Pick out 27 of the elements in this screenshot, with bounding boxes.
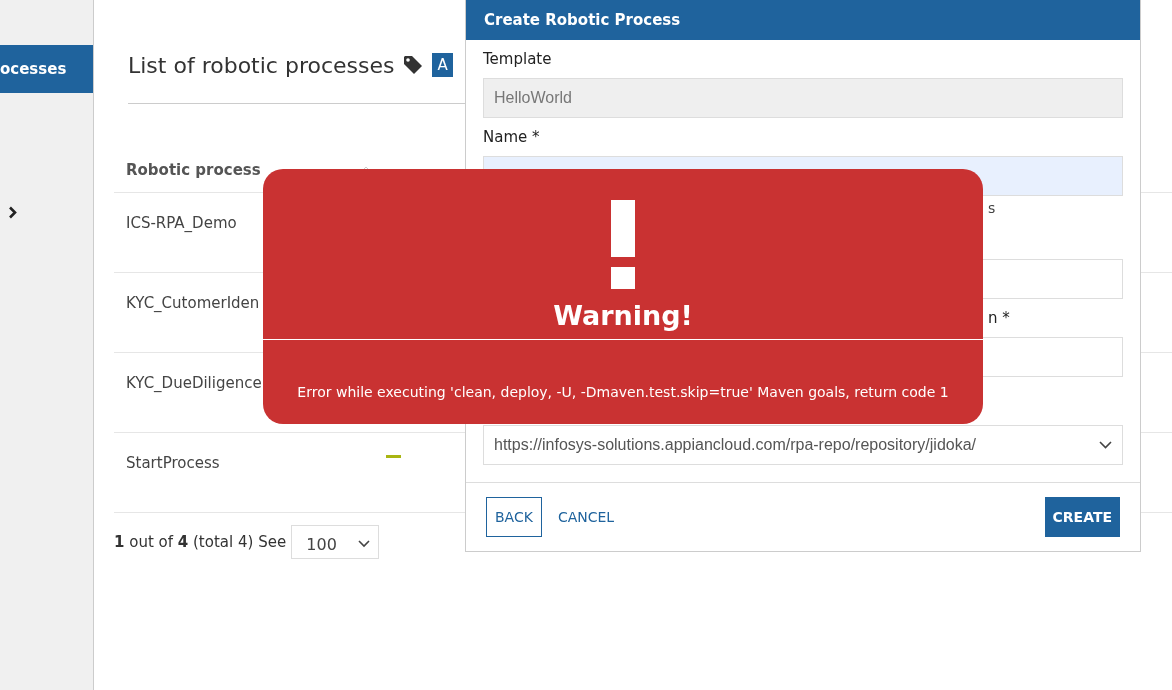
field-label: Name * [483,127,541,148]
field-label: n * [988,309,1010,327]
page-title: List of robotic processes [128,52,395,78]
create-button[interactable]: CREATE [1044,497,1120,537]
table-cell: StartProcess [126,454,220,472]
back-button[interactable]: BACK [486,497,542,537]
cancel-button[interactable]: CANCEL [549,497,623,537]
table-cell: KYC_DueDiligence [126,374,262,392]
chevron-down-icon[interactable] [1099,441,1112,449]
field-label: Template [483,49,553,70]
repository-select[interactable]: https://infosys-solutions.appiancloud.com/rpa-repo/repository/jidoka/ [483,425,1123,465]
exclamation-icon [611,200,635,290]
page-size-select[interactable]: 100 [291,525,380,559]
chevron-right-icon[interactable] [8,206,17,219]
sidebar-item[interactable]: ocesses [0,45,93,93]
field-hint: s [987,199,997,218]
table-cell: ICS-RPA_Demo [126,214,237,232]
template-field: HelloWorld [483,78,1123,118]
warning-message: Error while executing 'clean, deploy, -U, -Dmaven.test.skip=true' Maven goals, return code 1 [297,384,949,400]
filter-badge[interactable]: A [432,53,453,77]
dialog-title: Create Robotic Process [466,0,1140,40]
see-label: See [258,533,287,551]
table-cell: KYC_CutomerIden [126,294,260,312]
warning-title: Warning! [553,300,693,331]
tag-icon [402,54,425,76]
pagination-text: 1 out of 4 (total 4) [114,533,254,551]
chevron-down-icon[interactable] [358,540,371,548]
